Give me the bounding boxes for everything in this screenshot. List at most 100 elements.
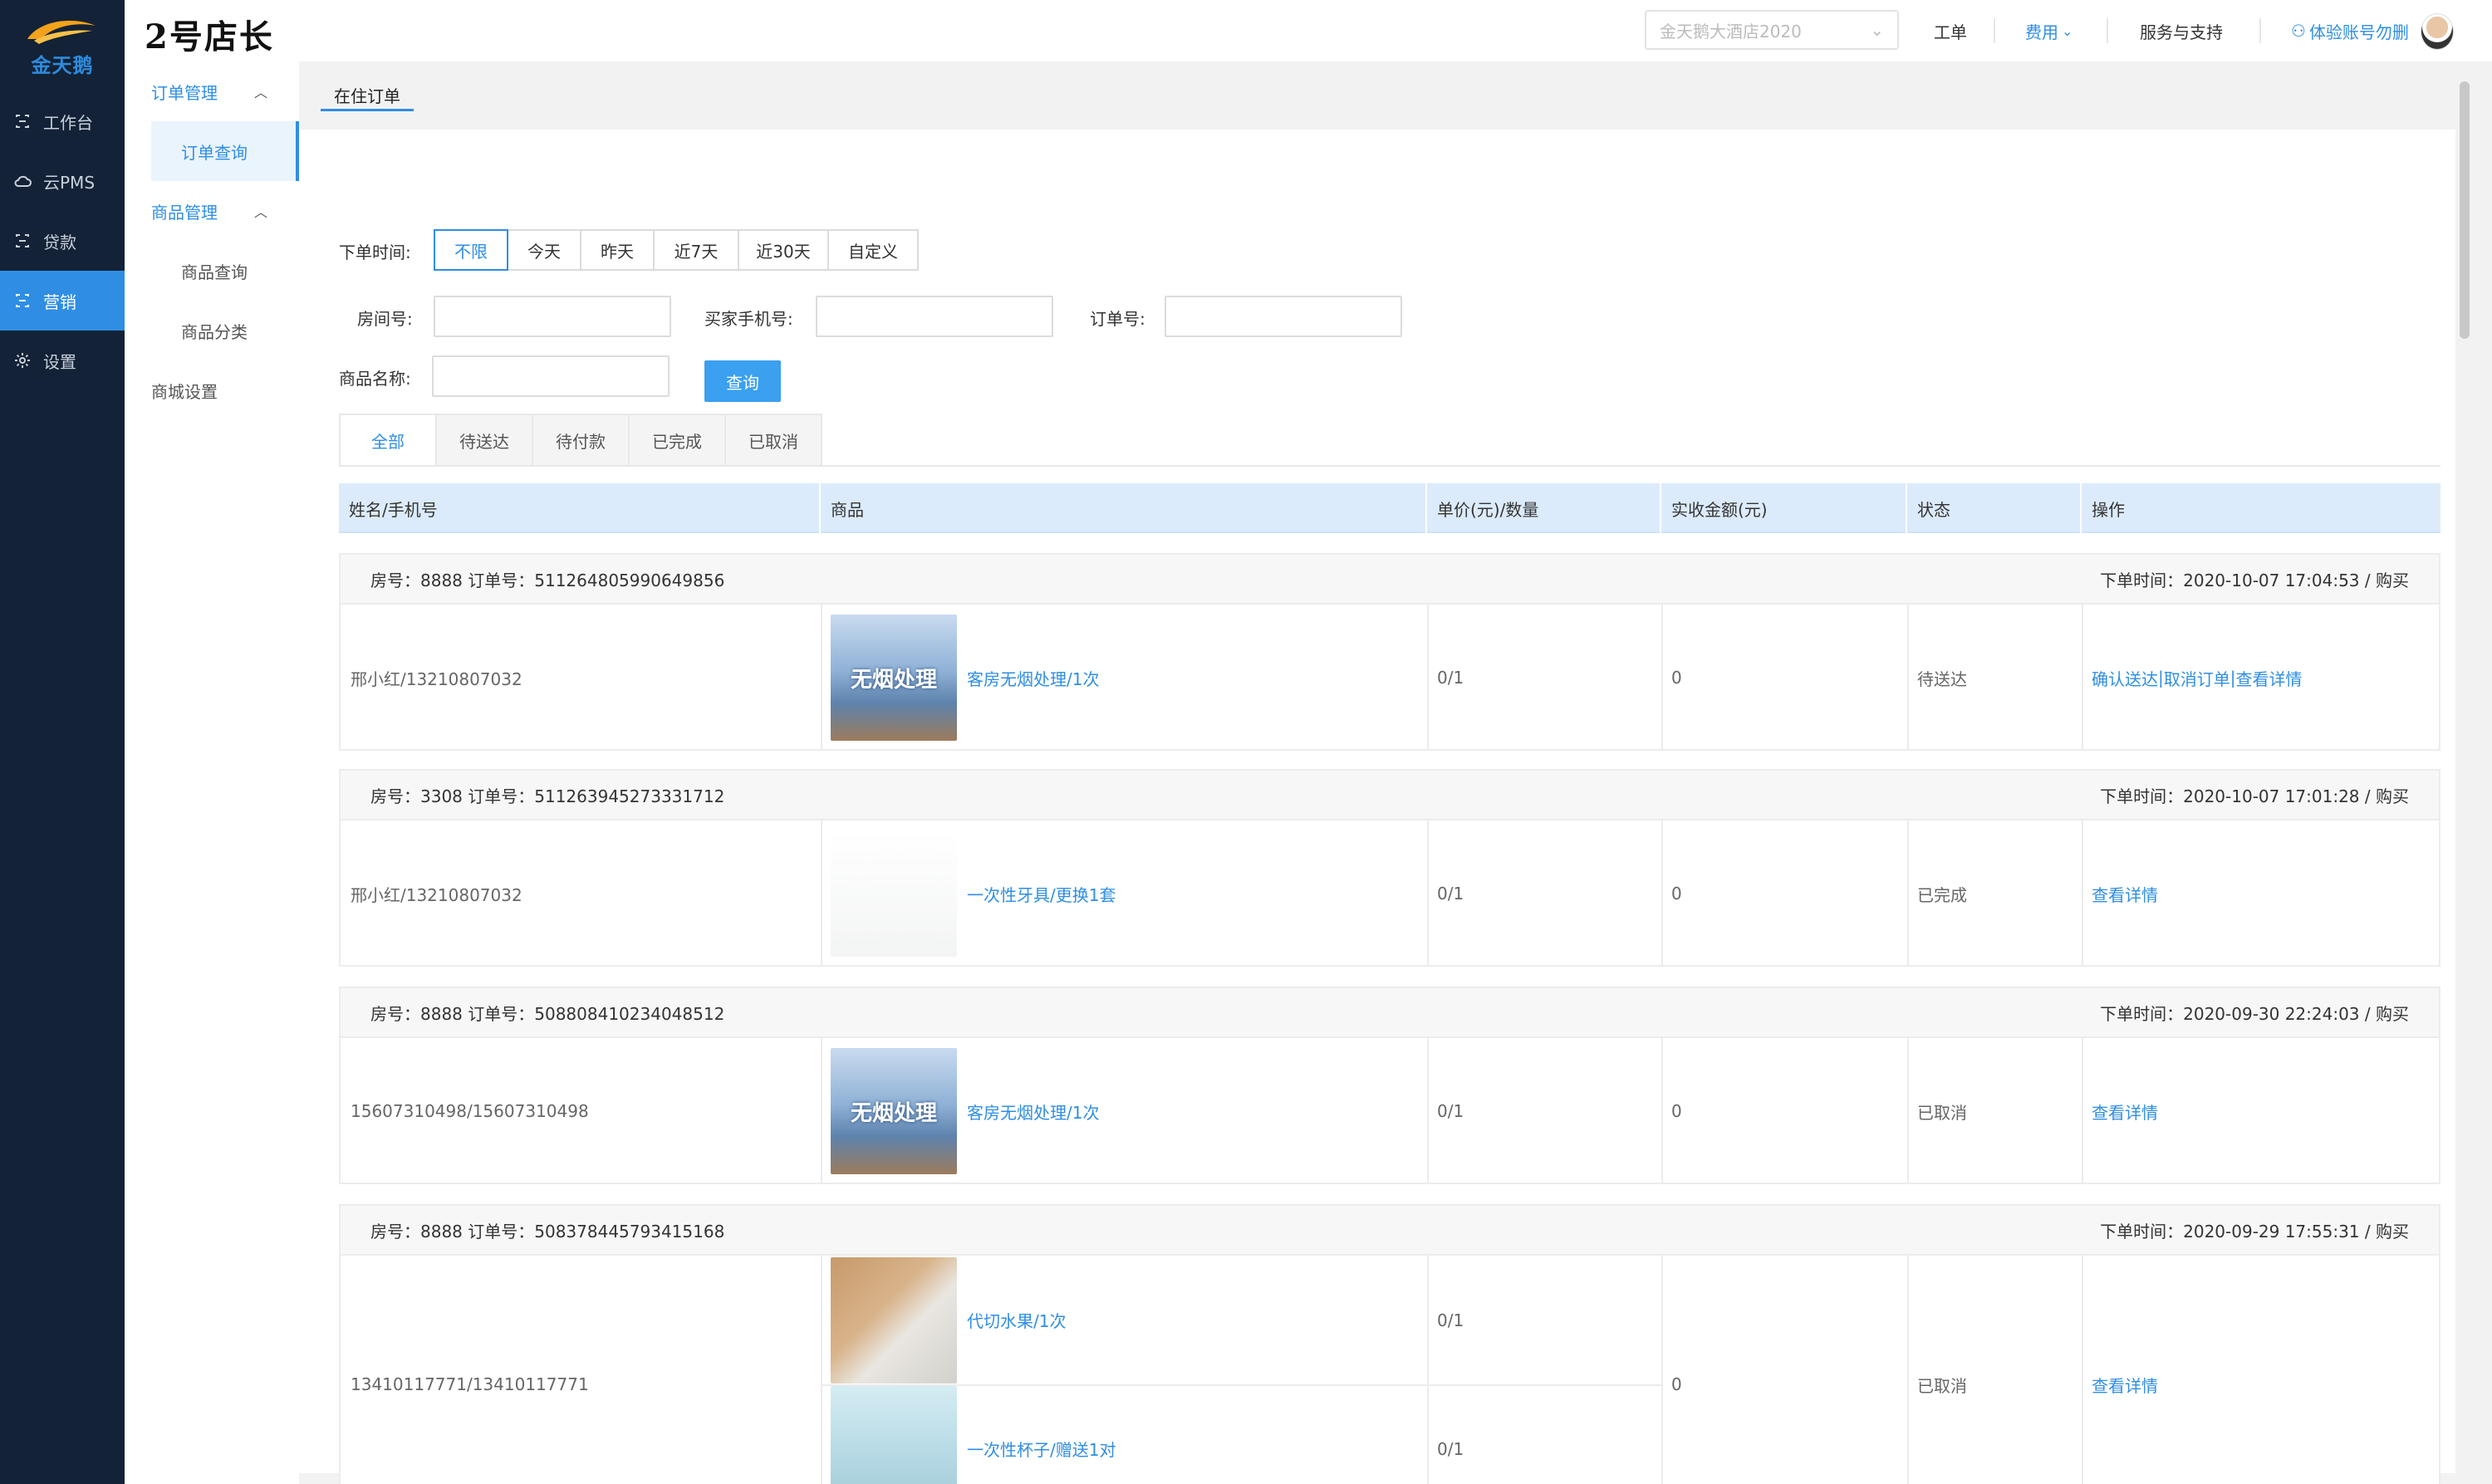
cloud-icon bbox=[13, 172, 32, 190]
price-quantity: 0/1 bbox=[1437, 884, 1464, 904]
status-tab[interactable]: 已完成 bbox=[628, 414, 726, 465]
goods-management-group[interactable]: 商品管理 ︿ bbox=[125, 181, 299, 241]
goods-name-input[interactable] bbox=[432, 355, 670, 397]
action-link[interactable]: 查看详情 bbox=[2092, 882, 2158, 906]
amount-received: 0 bbox=[1671, 1374, 1682, 1394]
status-badge: 已取消 bbox=[1917, 1102, 1967, 1123]
bracket-icon bbox=[13, 232, 32, 250]
goods-name-link[interactable]: 客房无烟处理/1次 bbox=[957, 1038, 1099, 1184]
main-content: 在住订单 下单时间: 不限 今天 昨天 近7天 近30天 自定义 房间号: 买家手机号: … bbox=[299, 61, 2470, 1484]
column-divider bbox=[821, 1256, 822, 1484]
fees-menu[interactable]: 费用 ⌄ bbox=[2025, 0, 2073, 61]
time-option[interactable]: 自定义 bbox=[827, 229, 919, 271]
page-tab-bar: 在住订单 bbox=[299, 61, 2467, 130]
order-management-group[interactable]: 订单管理 ︿ bbox=[125, 61, 299, 121]
status-tab[interactable]: 待送达 bbox=[435, 414, 533, 465]
cup-image[interactable] bbox=[831, 1385, 957, 1484]
customer-name-phone: 邢小红/13210807032 bbox=[351, 884, 522, 905]
sidebar-item-order-query[interactable]: 订单查询 bbox=[151, 121, 299, 181]
order-card: 房号：3308 订单号：511263945273331712 下单时间：2020-… bbox=[339, 769, 2440, 967]
order-body: 邢小红/13210807032 无烟处理 客房无烟处理/1次 0/1 0 待送达 确认送达 … bbox=[341, 605, 2439, 751]
fruit-image[interactable] bbox=[831, 1256, 957, 1384]
customer-name-phone: 13410117771/13410117771 bbox=[351, 1374, 589, 1394]
hotel-select[interactable]: 金天鹅大酒店2020 ⌄ bbox=[1645, 10, 1899, 50]
order-time: 下单时间：2020-10-07 17:01:28 / 购买 bbox=[2100, 786, 2409, 806]
order-management-label: 订单管理 bbox=[151, 82, 218, 103]
nav-item-1[interactable]: 云PMS bbox=[0, 151, 125, 211]
goods-name-link[interactable]: 代切水果/1次 bbox=[957, 1256, 1066, 1384]
toothbrush-image[interactable] bbox=[831, 830, 957, 957]
vertical-scrollbar[interactable] bbox=[2460, 81, 2470, 339]
order-actions: 查看详情 bbox=[2082, 1256, 2158, 1484]
no-smoking-image[interactable]: 无烟处理 bbox=[831, 1048, 957, 1174]
order-time: 下单时间：2020-09-30 22:24:03 / 购买 bbox=[2100, 1003, 2409, 1024]
time-option[interactable]: 近7天 bbox=[653, 229, 739, 271]
chevron-down-icon: ⌄ bbox=[2062, 22, 2073, 39]
order-time: 下单时间：2020-10-07 17:04:53 / 购买 bbox=[2100, 570, 2409, 590]
action-link[interactable]: 取消订单 bbox=[2164, 666, 2230, 690]
no-smoking-image[interactable]: 无烟处理 bbox=[831, 615, 957, 741]
action-link[interactable]: 查看详情 bbox=[2092, 1100, 2158, 1124]
status-tab[interactable]: 已取消 bbox=[724, 414, 822, 465]
order-header: 房号：3308 订单号：511263945273331712 下单时间：2020-… bbox=[341, 771, 2439, 820]
avatar[interactable] bbox=[2421, 13, 2454, 50]
logo[interactable]: 金天鹅 bbox=[0, 0, 125, 91]
order-room-and-number: 房号：8888 订单号：508808410234048512 bbox=[370, 1003, 725, 1024]
app-brand: 2号店长 bbox=[145, 17, 274, 56]
work-order-link[interactable]: 工单 bbox=[1934, 0, 1967, 61]
sidebar-item-goods-category[interactable]: 商品分类 bbox=[125, 301, 299, 360]
order-body: 13410117771/13410117771 代切水果/1次 0/1 一次性杯子/赠… bbox=[341, 1256, 2439, 1484]
action-link[interactable]: 确认送达 bbox=[2092, 666, 2158, 690]
account-name: 体验账号勿删 bbox=[2308, 22, 2409, 42]
col-price-qty: 单价(元)/数量 bbox=[1425, 483, 1660, 533]
query-button[interactable]: 查询 bbox=[704, 360, 781, 402]
status-badge: 已完成 bbox=[1917, 884, 1967, 905]
service-support-link[interactable]: 服务与支持 bbox=[2140, 0, 2223, 61]
action-link[interactable]: 查看详情 bbox=[2092, 1373, 2158, 1397]
chevron-up-icon: ︿ bbox=[253, 85, 267, 100]
room-input[interactable] bbox=[434, 296, 671, 337]
column-divider bbox=[821, 605, 822, 751]
price-quantity: 0/1 bbox=[1437, 668, 1464, 688]
nav-item-4[interactable]: 设置 bbox=[0, 331, 125, 390]
account-menu[interactable]: ⚇ 体验账号勿删 bbox=[2291, 0, 2409, 61]
order-card: 房号：8888 订单号：511264805990649856 下单时间：2020-… bbox=[339, 553, 2440, 751]
order-room-and-number: 房号：8888 订单号：511264805990649856 bbox=[370, 570, 725, 590]
nav-item-label: 工作台 bbox=[43, 112, 93, 133]
tab-in-stay-orders[interactable]: 在住订单 bbox=[321, 81, 414, 111]
swan-logo-icon bbox=[22, 14, 102, 47]
status-tab[interactable]: 待付款 bbox=[532, 414, 630, 465]
order-body: 15607310498/15607310498 无烟处理 客房无烟处理/1次 0/1 0… bbox=[341, 1038, 2439, 1184]
order-header: 房号：8888 订单号：508378445793415168 下单时间：2020-… bbox=[341, 1206, 2439, 1256]
sidebar-item-goods-query[interactable]: 商品查询 bbox=[125, 241, 299, 301]
nav-item-2[interactable]: 贷款 bbox=[0, 211, 125, 271]
top-header: 2号店长 金天鹅大酒店2020 ⌄ 工单 费用 ⌄ 服务与支持 ⚇ 体验账号勿删 bbox=[125, 0, 2492, 61]
buyer-phone-input[interactable] bbox=[816, 296, 1053, 337]
nav-item-0[interactable]: 工作台 bbox=[0, 91, 125, 151]
order-no-input[interactable] bbox=[1165, 296, 1402, 337]
nav-item-label: 云PMS bbox=[43, 172, 96, 193]
nav-item-3[interactable]: 营销 bbox=[0, 271, 125, 331]
customer-name-phone: 15607310498/15607310498 bbox=[351, 1101, 589, 1121]
action-separator: | bbox=[2158, 668, 2164, 688]
time-option[interactable]: 不限 bbox=[434, 229, 508, 271]
goods-name-link[interactable]: 客房无烟处理/1次 bbox=[957, 605, 1099, 751]
time-option[interactable]: 昨天 bbox=[580, 229, 655, 271]
goods-name-link[interactable]: 一次性杯子/赠送1对 bbox=[957, 1384, 1116, 1484]
orders-panel: 下单时间: 不限 今天 昨天 近7天 近30天 自定义 房间号: 买家手机号: 订单号: … bbox=[299, 130, 2455, 1484]
status-tab[interactable]: 全部 bbox=[339, 414, 437, 465]
order-time-label: 下单时间: bbox=[339, 242, 411, 262]
amount-received: 0 bbox=[1671, 884, 1682, 904]
amount-received: 0 bbox=[1671, 668, 1682, 688]
bracket-icon bbox=[13, 291, 32, 310]
divider bbox=[2259, 18, 2261, 43]
image-caption: 无烟处理 bbox=[850, 667, 937, 693]
action-link[interactable]: 查看详情 bbox=[2236, 666, 2303, 690]
time-option[interactable]: 近30天 bbox=[738, 229, 829, 271]
nav-item-label: 营销 bbox=[43, 291, 76, 312]
time-option[interactable]: 今天 bbox=[507, 229, 581, 271]
col-customer: 姓名/手机号 bbox=[349, 499, 438, 520]
user-icon: ⚇ bbox=[2291, 21, 2306, 41]
sidebar-item-mall-settings[interactable]: 商城设置 bbox=[125, 360, 299, 420]
goods-name-link[interactable]: 一次性牙具/更换1套 bbox=[957, 820, 1116, 967]
